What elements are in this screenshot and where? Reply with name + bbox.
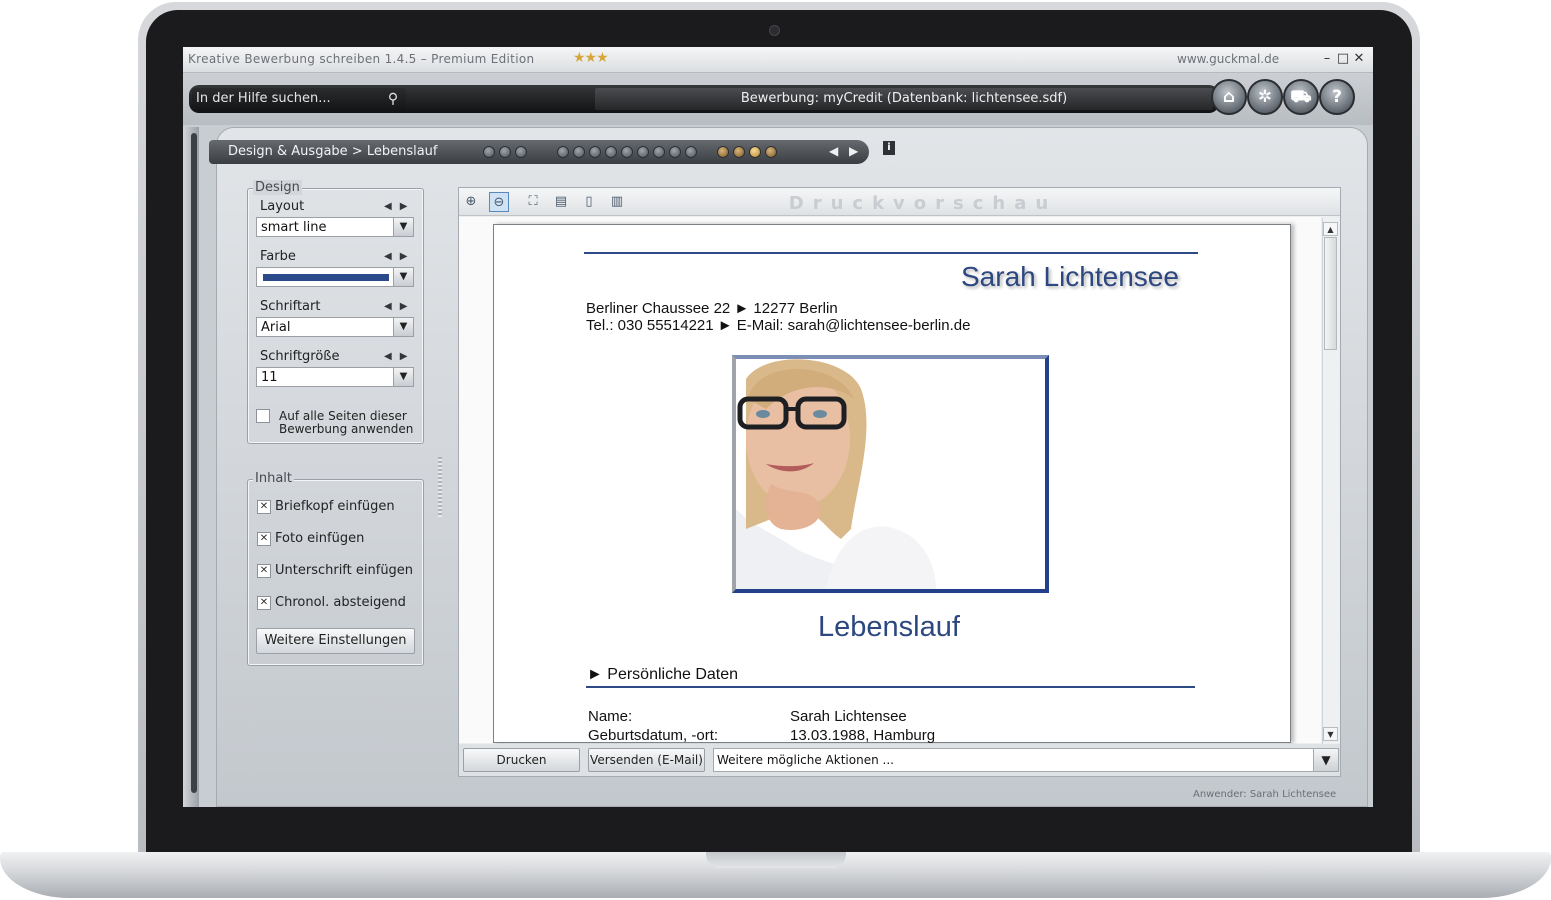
content-legend: Inhalt [253,471,294,486]
color-arrows-icon[interactable]: ◀▶ [384,251,415,262]
more-actions-value: Weitere mögliche Aktionen ... [717,753,894,767]
step-dot[interactable] [499,146,511,158]
print-button[interactable]: Drucken [463,748,580,772]
maximize-button[interactable]: □ [1335,50,1351,68]
step-dot[interactable] [515,146,527,158]
row-label: Name: [588,708,633,725]
zoom-in-icon[interactable]: ⊕ [461,192,481,212]
photo-checkbox[interactable]: ✕ [257,532,271,546]
font-value: Arial [261,320,291,335]
color-label: Farbe [260,249,296,264]
chevron-down-icon[interactable]: ▼ [393,318,413,336]
fit-page-icon[interactable]: ⛶ [523,192,543,212]
two-page-icon[interactable]: ▥ [607,192,627,212]
header-rule [584,252,1198,254]
document-heading: Lebenslauf [818,611,960,643]
size-value: 11 [261,370,278,385]
left-rail-handle[interactable] [191,133,197,793]
step-dot[interactable] [717,146,729,158]
chevron-down-icon[interactable]: ▼ [393,368,413,386]
database-info: Bewerbung: myCredit (Datenbank: lichtens… [740,91,1068,106]
step-dot[interactable] [589,146,601,158]
step-dot[interactable] [605,146,617,158]
webcam [769,25,780,36]
layout-arrows-icon[interactable]: ◀▶ [384,201,415,212]
step-dot-active[interactable] [749,146,761,158]
more-settings-button[interactable]: Weitere Einstellungen [256,628,415,654]
chevron-down-icon[interactable]: ▼ [1313,749,1338,771]
scroll-up-icon[interactable]: ▲ [1323,222,1338,236]
scroll-thumb[interactable] [1324,237,1337,350]
window-title: Kreative Bewerbung schreiben 1.4.5 – Pre… [188,52,535,66]
step-dot[interactable] [621,146,633,158]
home-icon[interactable]: ⌂ [1211,79,1247,115]
minimize-button[interactable]: – [1319,50,1335,68]
next-step-icon[interactable]: ▶ [849,144,858,158]
fit-width-icon[interactable]: ▤ [551,192,571,212]
portrait-image [736,359,1045,589]
scroll-down-icon[interactable]: ▼ [1323,727,1338,741]
letterhead-checkbox[interactable]: ✕ [257,500,271,514]
row-label: Geburtsdatum, -ort: [588,727,719,744]
layout-select[interactable]: smart line ▼ [256,217,414,237]
applicant-name: Sarah Lichtensee [961,261,1179,292]
single-page-icon[interactable]: ▯ [579,192,599,212]
step-dot[interactable] [557,146,569,158]
info-icon[interactable]: i [883,141,895,155]
step-dot[interactable] [685,146,697,158]
row-value: Sarah Lichtensee [790,708,907,725]
color-select[interactable]: ▼ [256,267,414,287]
current-user: Anwender: Sarah Lichtensee [1193,789,1337,800]
step-dot[interactable] [669,146,681,158]
zoom-out-icon[interactable]: ⊖ [489,192,509,212]
breadcrumb: Design & Ausgabe > Lebenslauf [228,144,438,159]
apply-all-checkbox[interactable] [256,409,270,423]
design-legend: Design [253,180,302,195]
applicant-photo [732,355,1049,593]
section-title: ► Persönliche Daten [587,666,739,683]
panel-splitter[interactable] [438,457,442,517]
applicant-contact: Tel.: 030 55514221 ► E-Mail: sarah@licht… [586,317,971,334]
preview-title: Druckvorschau [788,193,1058,214]
chronological-label: Chronol. absteigend [275,595,406,610]
step-dot[interactable] [483,146,495,158]
laptop-base-notch [706,852,846,868]
app-window: Kreative Bewerbung schreiben 1.4.5 – Pre… [183,47,1373,807]
size-arrows-icon[interactable]: ◀▶ [384,351,415,362]
signature-checkbox[interactable]: ✕ [257,564,271,578]
step-dot[interactable] [637,146,649,158]
apply-all-label-line2: Bewerbung anwenden [279,422,414,436]
row-value: 13.03.1988, Hamburg [790,727,936,744]
chevron-down-icon[interactable]: ▼ [393,218,413,236]
font-select[interactable]: Arial ▼ [256,317,414,337]
edition-stars: ★★★ [573,50,609,66]
send-email-button[interactable]: Versenden (E-Mail) [588,748,705,772]
color-swatch [263,274,389,281]
website-link[interactable]: www.guckmal.de [1177,52,1279,66]
previous-step-icon[interactable]: ◀ [829,144,838,158]
step-dot[interactable] [653,146,665,158]
chronological-checkbox[interactable]: ✕ [257,596,271,610]
photo-label: Foto einfügen [275,531,365,546]
applicant-address: Berliner Chaussee 22 ► 12277 Berlin [586,300,838,317]
layout-value: smart line [261,220,327,235]
signature-label: Unterschrift einfügen [275,563,414,578]
chevron-down-icon[interactable]: ▼ [393,268,413,286]
step-dot[interactable] [733,146,745,158]
size-label: Schriftgröße [260,349,340,364]
letterhead-label: Briefkopf einfügen [275,499,395,514]
search-icon[interactable]: ⚲ [383,89,403,109]
font-arrows-icon[interactable]: ◀▶ [384,301,415,312]
settings-icon[interactable]: ✲ [1247,79,1283,115]
section-rule [586,686,1195,688]
font-label: Schriftart [260,299,321,314]
close-button[interactable]: ✕ [1351,50,1367,68]
help-icon[interactable]: ? [1319,79,1355,115]
step-dot[interactable] [573,146,585,158]
search-placeholder: In der Hilfe suchen... [196,91,331,106]
cart-icon[interactable]: ⛟ [1283,79,1319,115]
step-dot[interactable] [765,146,777,158]
layout-label: Layout [260,199,305,214]
size-select[interactable]: 11 ▼ [256,367,414,387]
